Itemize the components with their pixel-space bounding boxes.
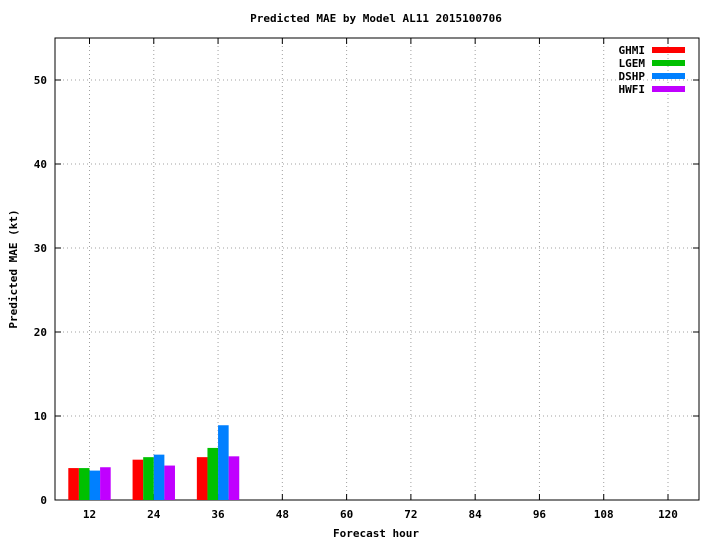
bar-hwfi-12 <box>100 467 111 500</box>
y-tick-label: 50 <box>34 74 47 87</box>
legend-swatch-hwfi <box>652 86 685 92</box>
bar-lgem-36 <box>207 447 219 500</box>
x-tick-label: 84 <box>469 508 483 521</box>
bars <box>68 425 240 500</box>
x-axis: 12 24 36 48 60 72 84 96 108 120 <box>83 38 678 521</box>
x-tick-label: 72 <box>404 508 417 521</box>
legend-swatch-dshp <box>652 73 685 79</box>
bar-dshp-36 <box>218 425 229 500</box>
legend-swatch-lgem <box>652 60 685 66</box>
y-tick-label: 10 <box>34 410 47 423</box>
legend-label-hwfi: HWFI <box>619 83 646 96</box>
x-axis-label: Forecast hour <box>333 527 419 540</box>
legend-label-dshp: DSHP <box>619 70 646 83</box>
bar-ghmi-24 <box>132 459 144 500</box>
y-axis: 0 10 20 30 40 50 <box>34 74 699 507</box>
legend: GHMILGEMDSHPHWFI <box>619 44 685 96</box>
bar-lgem-24 <box>143 457 154 500</box>
legend-label-lgem: LGEM <box>619 57 646 70</box>
bar-ghmi-36 <box>196 457 208 500</box>
bar-ghmi-12 <box>68 468 79 500</box>
bar-hwfi-36 <box>228 456 240 500</box>
bar-hwfi-24 <box>164 465 175 500</box>
x-tick-label: 60 <box>340 508 353 521</box>
legend-label-ghmi: GHMI <box>619 44 646 57</box>
x-tick-label: 36 <box>211 508 225 521</box>
x-tick-label: 96 <box>533 508 547 521</box>
legend-swatch-ghmi <box>652 47 685 53</box>
y-tick-label: 30 <box>34 242 47 255</box>
y-tick-label: 0 <box>40 494 47 507</box>
mae-chart: Predicted MAE by Model AL11 2015100706 0… <box>7 12 700 540</box>
bar-lgem-12 <box>78 468 90 500</box>
plot-frame <box>54 37 700 501</box>
bar-dshp-24 <box>153 454 165 500</box>
y-axis-label: Predicted MAE (kt) <box>7 209 20 328</box>
bar-dshp-12 <box>89 470 101 500</box>
x-tick-label: 48 <box>276 508 289 521</box>
y-tick-label: 20 <box>34 326 47 339</box>
x-tick-label: 120 <box>658 508 678 521</box>
x-tick-label: 108 <box>594 508 614 521</box>
chart-title: Predicted MAE by Model AL11 2015100706 <box>250 12 502 25</box>
y-tick-label: 40 <box>34 158 47 171</box>
x-tick-label: 24 <box>147 508 161 521</box>
x-tick-label: 12 <box>83 508 96 521</box>
grid <box>55 38 699 500</box>
